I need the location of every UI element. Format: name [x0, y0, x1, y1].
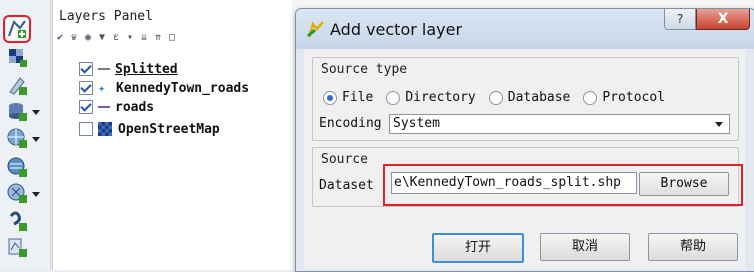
- encoding-label: Encoding: [319, 116, 382, 131]
- radio-button[interactable]: [488, 90, 503, 105]
- add-virtual-layer-icon[interactable]: [6, 210, 28, 232]
- radio-label: Directory: [405, 90, 476, 105]
- cancel-button[interactable]: 取消: [540, 233, 630, 261]
- layer-item-roads[interactable]: roads: [79, 98, 154, 116]
- radio-protocol[interactable]: Protocol: [583, 90, 665, 105]
- layer-visibility-checkbox[interactable]: [79, 100, 93, 114]
- encoding-value: System: [393, 116, 440, 131]
- close-button[interactable]: X: [696, 9, 750, 30]
- add-database-layer-icon[interactable]: [6, 100, 28, 122]
- radio-button[interactable]: [583, 90, 598, 105]
- raster-layer-icon: [98, 122, 112, 136]
- source-type-group: Source type File Directory Database Prot…: [312, 57, 739, 141]
- filter-expression-icon[interactable]: ε: [113, 32, 124, 44]
- open-button[interactable]: 打开: [432, 233, 524, 263]
- add-delimited-text-icon[interactable]: [6, 74, 28, 96]
- collapse-all-icon[interactable]: ⇈: [155, 32, 166, 44]
- chevron-down-icon: [715, 122, 723, 127]
- layer-item-kennedytown-roads[interactable]: ✦ KennedyTown_roads: [79, 79, 249, 97]
- dialog-titlebar[interactable]: Add vector layer ? X: [296, 9, 754, 49]
- context-help-button[interactable]: ?: [664, 9, 696, 30]
- add-vector-layer-dialog: Add vector layer ? X Source type File Di…: [295, 8, 754, 272]
- layers-panel-title: Layers Panel: [59, 9, 153, 24]
- chevron-down-icon[interactable]: [32, 192, 40, 197]
- source-type-heading: Source type: [319, 62, 410, 77]
- encoding-select[interactable]: System: [389, 114, 730, 134]
- expand-all-icon[interactable]: ⇊: [141, 32, 152, 44]
- source-type-radio-group: File Directory Database Protocol: [323, 90, 678, 105]
- chevron-down-icon[interactable]: [32, 110, 40, 115]
- radio-directory[interactable]: Directory: [386, 90, 476, 105]
- dialog-title: Add vector layer: [330, 20, 463, 39]
- add-wcs-layer-icon[interactable]: [6, 156, 28, 178]
- add-vector-layer-icon: [307, 21, 324, 38]
- radio-file[interactable]: File: [323, 90, 373, 105]
- add-group-icon[interactable]: ♛: [71, 32, 82, 44]
- add-wfs-layer-icon[interactable]: [6, 182, 28, 204]
- chevron-down-icon[interactable]: [32, 137, 40, 142]
- layer-name: KennedyTown_roads: [116, 80, 250, 96]
- source-heading: Source: [319, 152, 370, 167]
- remove-layer-icon[interactable]: □: [169, 32, 180, 44]
- add-vector-layer-icon[interactable]: [3, 15, 31, 43]
- data-source-toolbar: [0, 0, 51, 270]
- editing-star-icon: ✦: [98, 81, 106, 95]
- add-new-layer-icon[interactable]: [6, 236, 28, 258]
- add-raster-layer-icon[interactable]: [6, 46, 28, 68]
- style-icon[interactable]: ✔: [57, 32, 68, 44]
- add-wms-layer-icon[interactable]: [6, 127, 28, 149]
- visibility-icon[interactable]: ◉: [85, 32, 96, 44]
- radio-button[interactable]: [386, 90, 401, 105]
- layers-panel: Layers Panel ✔ ♛ ◉ ▼ ε ▾ ⇊ ⇈ □ Splitted …: [52, 0, 293, 270]
- layer-name: OpenStreetMap: [118, 121, 220, 137]
- layer-item-openstreetmap[interactable]: OpenStreetMap: [79, 120, 220, 138]
- radio-database[interactable]: Database: [488, 90, 571, 105]
- layer-name: Splitted: [115, 61, 178, 77]
- layer-visibility-checkbox[interactable]: [79, 81, 93, 95]
- radio-label: Protocol: [602, 90, 666, 105]
- dataset-label: Dataset: [319, 178, 374, 193]
- layers-panel-toolbar: ✔ ♛ ◉ ▼ ε ▾ ⇊ ⇈ □: [57, 32, 180, 48]
- layer-item-splitted[interactable]: Splitted: [79, 60, 178, 78]
- radio-label: Database: [507, 90, 571, 105]
- layer-name: roads: [115, 99, 155, 115]
- help-button[interactable]: 帮助: [648, 233, 738, 261]
- dialog-body: Source type File Directory Database Prot…: [304, 49, 745, 269]
- radio-label: File: [342, 90, 374, 105]
- layer-visibility-checkbox[interactable]: [79, 62, 93, 76]
- radio-button[interactable]: [323, 90, 337, 105]
- filter-icon[interactable]: ▼: [99, 32, 110, 44]
- annotation-highlight: [383, 164, 743, 206]
- chevron-down-icon[interactable]: ▾: [127, 32, 138, 44]
- layer-visibility-checkbox[interactable]: [79, 122, 93, 136]
- line-symbol-icon: [98, 106, 110, 108]
- line-symbol-icon: [98, 68, 110, 70]
